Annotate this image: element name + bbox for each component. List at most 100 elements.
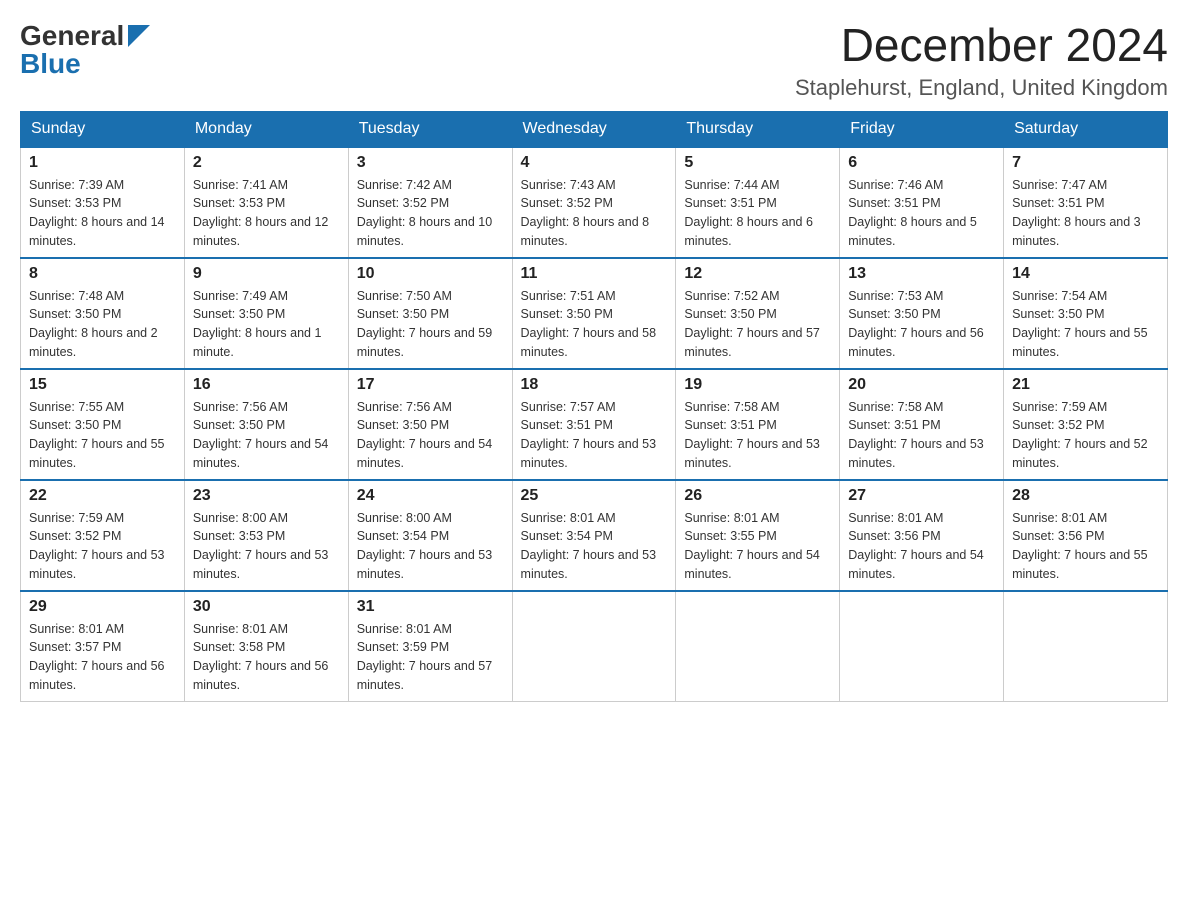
weekday-header-thursday: Thursday bbox=[676, 111, 840, 147]
day-info: Sunrise: 7:41 AM Sunset: 3:53 PM Dayligh… bbox=[193, 176, 340, 251]
calendar-day-cell: 30 Sunrise: 8:01 AM Sunset: 3:58 PM Dayl… bbox=[184, 591, 348, 702]
day-info: Sunrise: 8:00 AM Sunset: 3:53 PM Dayligh… bbox=[193, 509, 340, 584]
calendar-day-cell bbox=[1004, 591, 1168, 702]
day-info: Sunrise: 7:42 AM Sunset: 3:52 PM Dayligh… bbox=[357, 176, 504, 251]
calendar-day-cell bbox=[512, 591, 676, 702]
logo-blue-text: Blue bbox=[20, 48, 81, 80]
calendar-day-cell: 18 Sunrise: 7:57 AM Sunset: 3:51 PM Dayl… bbox=[512, 369, 676, 480]
day-info: Sunrise: 8:01 AM Sunset: 3:59 PM Dayligh… bbox=[357, 620, 504, 695]
day-info: Sunrise: 7:55 AM Sunset: 3:50 PM Dayligh… bbox=[29, 398, 176, 473]
calendar-week-row: 29 Sunrise: 8:01 AM Sunset: 3:57 PM Dayl… bbox=[21, 591, 1168, 702]
day-number: 4 bbox=[521, 154, 668, 172]
day-number: 20 bbox=[848, 376, 995, 394]
calendar-day-cell: 12 Sunrise: 7:52 AM Sunset: 3:50 PM Dayl… bbox=[676, 258, 840, 369]
calendar-day-cell: 24 Sunrise: 8:00 AM Sunset: 3:54 PM Dayl… bbox=[348, 480, 512, 591]
calendar-day-cell: 23 Sunrise: 8:00 AM Sunset: 3:53 PM Dayl… bbox=[184, 480, 348, 591]
day-info: Sunrise: 8:01 AM Sunset: 3:54 PM Dayligh… bbox=[521, 509, 668, 584]
calendar-day-cell bbox=[676, 591, 840, 702]
day-info: Sunrise: 8:01 AM Sunset: 3:57 PM Dayligh… bbox=[29, 620, 176, 695]
month-year-title: December 2024 bbox=[795, 20, 1168, 71]
calendar-day-cell: 15 Sunrise: 7:55 AM Sunset: 3:50 PM Dayl… bbox=[21, 369, 185, 480]
day-number: 6 bbox=[848, 154, 995, 172]
weekday-header-saturday: Saturday bbox=[1004, 111, 1168, 147]
calendar-day-cell: 21 Sunrise: 7:59 AM Sunset: 3:52 PM Dayl… bbox=[1004, 369, 1168, 480]
weekday-header-tuesday: Tuesday bbox=[348, 111, 512, 147]
day-number: 18 bbox=[521, 376, 668, 394]
day-number: 30 bbox=[193, 598, 340, 616]
day-info: Sunrise: 7:43 AM Sunset: 3:52 PM Dayligh… bbox=[521, 176, 668, 251]
day-info: Sunrise: 7:56 AM Sunset: 3:50 PM Dayligh… bbox=[193, 398, 340, 473]
day-info: Sunrise: 7:58 AM Sunset: 3:51 PM Dayligh… bbox=[848, 398, 995, 473]
calendar-day-cell: 7 Sunrise: 7:47 AM Sunset: 3:51 PM Dayli… bbox=[1004, 147, 1168, 258]
calendar-day-cell: 31 Sunrise: 8:01 AM Sunset: 3:59 PM Dayl… bbox=[348, 591, 512, 702]
calendar-day-cell: 10 Sunrise: 7:50 AM Sunset: 3:50 PM Dayl… bbox=[348, 258, 512, 369]
weekday-header-sunday: Sunday bbox=[21, 111, 185, 147]
day-info: Sunrise: 7:52 AM Sunset: 3:50 PM Dayligh… bbox=[684, 287, 831, 362]
calendar-day-cell bbox=[840, 591, 1004, 702]
day-info: Sunrise: 7:54 AM Sunset: 3:50 PM Dayligh… bbox=[1012, 287, 1159, 362]
weekday-header-friday: Friday bbox=[840, 111, 1004, 147]
day-number: 25 bbox=[521, 487, 668, 505]
day-number: 15 bbox=[29, 376, 176, 394]
day-number: 17 bbox=[357, 376, 504, 394]
page-header: General Blue December 2024 Staplehurst, … bbox=[20, 20, 1168, 101]
day-number: 24 bbox=[357, 487, 504, 505]
calendar-table: SundayMondayTuesdayWednesdayThursdayFrid… bbox=[20, 111, 1168, 702]
day-info: Sunrise: 7:58 AM Sunset: 3:51 PM Dayligh… bbox=[684, 398, 831, 473]
calendar-day-cell: 11 Sunrise: 7:51 AM Sunset: 3:50 PM Dayl… bbox=[512, 258, 676, 369]
day-number: 5 bbox=[684, 154, 831, 172]
calendar-day-cell: 5 Sunrise: 7:44 AM Sunset: 3:51 PM Dayli… bbox=[676, 147, 840, 258]
calendar-day-cell: 9 Sunrise: 7:49 AM Sunset: 3:50 PM Dayli… bbox=[184, 258, 348, 369]
calendar-day-cell: 4 Sunrise: 7:43 AM Sunset: 3:52 PM Dayli… bbox=[512, 147, 676, 258]
calendar-day-cell: 17 Sunrise: 7:56 AM Sunset: 3:50 PM Dayl… bbox=[348, 369, 512, 480]
day-number: 7 bbox=[1012, 154, 1159, 172]
day-info: Sunrise: 7:50 AM Sunset: 3:50 PM Dayligh… bbox=[357, 287, 504, 362]
location-subtitle: Staplehurst, England, United Kingdom bbox=[795, 75, 1168, 101]
day-info: Sunrise: 7:44 AM Sunset: 3:51 PM Dayligh… bbox=[684, 176, 831, 251]
calendar-day-cell: 19 Sunrise: 7:58 AM Sunset: 3:51 PM Dayl… bbox=[676, 369, 840, 480]
calendar-day-cell: 22 Sunrise: 7:59 AM Sunset: 3:52 PM Dayl… bbox=[21, 480, 185, 591]
day-info: Sunrise: 8:00 AM Sunset: 3:54 PM Dayligh… bbox=[357, 509, 504, 584]
day-number: 26 bbox=[684, 487, 831, 505]
calendar-week-row: 8 Sunrise: 7:48 AM Sunset: 3:50 PM Dayli… bbox=[21, 258, 1168, 369]
day-number: 28 bbox=[1012, 487, 1159, 505]
calendar-day-cell: 6 Sunrise: 7:46 AM Sunset: 3:51 PM Dayli… bbox=[840, 147, 1004, 258]
day-number: 3 bbox=[357, 154, 504, 172]
day-number: 19 bbox=[684, 376, 831, 394]
weekday-header-wednesday: Wednesday bbox=[512, 111, 676, 147]
calendar-day-cell: 26 Sunrise: 8:01 AM Sunset: 3:55 PM Dayl… bbox=[676, 480, 840, 591]
day-info: Sunrise: 8:01 AM Sunset: 3:56 PM Dayligh… bbox=[1012, 509, 1159, 584]
calendar-day-cell: 13 Sunrise: 7:53 AM Sunset: 3:50 PM Dayl… bbox=[840, 258, 1004, 369]
logo: General Blue bbox=[20, 20, 150, 80]
day-info: Sunrise: 7:51 AM Sunset: 3:50 PM Dayligh… bbox=[521, 287, 668, 362]
calendar-day-cell: 3 Sunrise: 7:42 AM Sunset: 3:52 PM Dayli… bbox=[348, 147, 512, 258]
calendar-day-cell: 27 Sunrise: 8:01 AM Sunset: 3:56 PM Dayl… bbox=[840, 480, 1004, 591]
day-info: Sunrise: 8:01 AM Sunset: 3:55 PM Dayligh… bbox=[684, 509, 831, 584]
day-info: Sunrise: 8:01 AM Sunset: 3:56 PM Dayligh… bbox=[848, 509, 995, 584]
calendar-day-cell: 25 Sunrise: 8:01 AM Sunset: 3:54 PM Dayl… bbox=[512, 480, 676, 591]
day-number: 21 bbox=[1012, 376, 1159, 394]
day-info: Sunrise: 7:57 AM Sunset: 3:51 PM Dayligh… bbox=[521, 398, 668, 473]
weekday-header-row: SundayMondayTuesdayWednesdayThursdayFrid… bbox=[21, 111, 1168, 147]
title-section: December 2024 Staplehurst, England, Unit… bbox=[795, 20, 1168, 101]
calendar-day-cell: 20 Sunrise: 7:58 AM Sunset: 3:51 PM Dayl… bbox=[840, 369, 1004, 480]
logo-arrow-icon bbox=[128, 25, 150, 47]
day-info: Sunrise: 7:47 AM Sunset: 3:51 PM Dayligh… bbox=[1012, 176, 1159, 251]
day-number: 23 bbox=[193, 487, 340, 505]
calendar-day-cell: 1 Sunrise: 7:39 AM Sunset: 3:53 PM Dayli… bbox=[21, 147, 185, 258]
calendar-day-cell: 28 Sunrise: 8:01 AM Sunset: 3:56 PM Dayl… bbox=[1004, 480, 1168, 591]
calendar-day-cell: 16 Sunrise: 7:56 AM Sunset: 3:50 PM Dayl… bbox=[184, 369, 348, 480]
calendar-day-cell: 2 Sunrise: 7:41 AM Sunset: 3:53 PM Dayli… bbox=[184, 147, 348, 258]
day-info: Sunrise: 8:01 AM Sunset: 3:58 PM Dayligh… bbox=[193, 620, 340, 695]
day-number: 29 bbox=[29, 598, 176, 616]
weekday-header-monday: Monday bbox=[184, 111, 348, 147]
day-info: Sunrise: 7:39 AM Sunset: 3:53 PM Dayligh… bbox=[29, 176, 176, 251]
calendar-week-row: 22 Sunrise: 7:59 AM Sunset: 3:52 PM Dayl… bbox=[21, 480, 1168, 591]
day-number: 8 bbox=[29, 265, 176, 283]
day-info: Sunrise: 7:53 AM Sunset: 3:50 PM Dayligh… bbox=[848, 287, 995, 362]
calendar-day-cell: 8 Sunrise: 7:48 AM Sunset: 3:50 PM Dayli… bbox=[21, 258, 185, 369]
day-number: 27 bbox=[848, 487, 995, 505]
day-number: 11 bbox=[521, 265, 668, 283]
day-number: 13 bbox=[848, 265, 995, 283]
calendar-week-row: 15 Sunrise: 7:55 AM Sunset: 3:50 PM Dayl… bbox=[21, 369, 1168, 480]
